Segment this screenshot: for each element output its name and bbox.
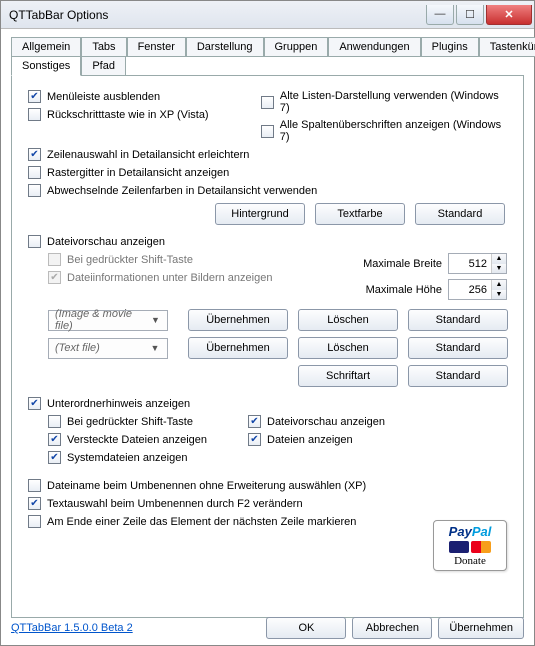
checkbox-rename-f2[interactable] bbox=[28, 497, 41, 510]
button-font-default[interactable]: Standard bbox=[408, 365, 508, 387]
label-backspace-xp: Rückschritttaste wie in XP (Vista) bbox=[47, 109, 209, 121]
checkbox-sub-preview[interactable] bbox=[248, 415, 261, 428]
checkbox-sub-hidden[interactable] bbox=[48, 433, 61, 446]
chevron-down-icon: ▼ bbox=[147, 343, 163, 353]
button-font[interactable]: Schriftart bbox=[298, 365, 398, 387]
window-title: QTTabBar Options bbox=[9, 8, 426, 22]
donate-box[interactable]: PayPal Donate bbox=[433, 520, 507, 571]
up-arrow-icon[interactable]: ▲ bbox=[492, 254, 506, 264]
button-background-color[interactable]: Hintergrund bbox=[215, 203, 305, 225]
label-grid-detail: Rastergitter in Detailansicht anzeigen bbox=[47, 167, 229, 179]
spinner-max-width[interactable]: ▲▼ bbox=[448, 253, 507, 274]
button-text-color[interactable]: Textfarbe bbox=[315, 203, 405, 225]
titlebar: QTTabBar Options — ☐ ✕ bbox=[1, 1, 534, 29]
close-button[interactable]: ✕ bbox=[486, 5, 532, 25]
label-rename-noext: Dateiname beim Umbenennen ohne Erweiteru… bbox=[47, 480, 366, 492]
tab-plugins[interactable]: Plugins bbox=[421, 37, 479, 57]
tab-anwendungen[interactable]: Anwendungen bbox=[328, 37, 420, 57]
tab-darstellung[interactable]: Darstellung bbox=[186, 37, 264, 57]
label-rename-f2: Textauswahl beim Umbenennen durch F2 ver… bbox=[47, 498, 303, 510]
combo-image-movie[interactable]: (Image & movie file) ▼ bbox=[48, 310, 168, 331]
checkbox-alt-rows[interactable] bbox=[28, 184, 41, 197]
checkbox-old-list[interactable] bbox=[261, 96, 274, 109]
checkbox-sub-shift[interactable] bbox=[48, 415, 61, 428]
tab-gruppen[interactable]: Gruppen bbox=[264, 37, 329, 57]
label-max-width: Maximale Breite bbox=[358, 258, 448, 270]
checkbox-subfolder-hint[interactable] bbox=[28, 397, 41, 410]
button-apply-text[interactable]: Übernehmen bbox=[188, 337, 288, 359]
input-max-height[interactable] bbox=[449, 280, 491, 299]
paypal-logo: PayPal bbox=[437, 524, 503, 539]
label-sub-hidden: Versteckte Dateien anzeigen bbox=[67, 434, 207, 446]
label-menubar-hide: Menüleiste ausblenden bbox=[47, 91, 160, 103]
button-color-default[interactable]: Standard bbox=[415, 203, 505, 225]
checkbox-grid-detail[interactable] bbox=[28, 166, 41, 179]
label-preview-shift: Bei gedrückter Shift-Taste bbox=[67, 254, 193, 266]
button-default-image[interactable]: Standard bbox=[408, 309, 508, 331]
maximize-button[interactable]: ☐ bbox=[456, 5, 484, 25]
checkbox-backspace-xp[interactable] bbox=[28, 108, 41, 121]
label-sub-preview: Dateivorschau anzeigen bbox=[267, 416, 385, 428]
tab-tabs[interactable]: Tabs bbox=[81, 37, 126, 57]
checkbox-wrap-selection[interactable] bbox=[28, 515, 41, 528]
checkbox-rename-noext[interactable] bbox=[28, 479, 41, 492]
label-all-columns: Alle Spaltenüberschriften anzeigen (Wind… bbox=[280, 119, 507, 143]
checkbox-preview-shift bbox=[48, 253, 61, 266]
checkbox-sub-files[interactable] bbox=[248, 433, 261, 446]
tab-panel-sonstiges: Menüleiste ausblenden Rückschritttaste w… bbox=[11, 75, 524, 618]
checkbox-row-select[interactable] bbox=[28, 148, 41, 161]
label-max-height: Maximale Höhe bbox=[358, 284, 448, 296]
tab-allgemein[interactable]: Allgemein bbox=[11, 37, 81, 57]
label-subfolder-hint: Unterordnerhinweis anzeigen bbox=[47, 398, 190, 410]
checkbox-all-columns[interactable] bbox=[261, 125, 274, 138]
label-file-preview: Dateivorschau anzeigen bbox=[47, 236, 165, 248]
checkbox-file-preview[interactable] bbox=[28, 235, 41, 248]
label-row-select: Zeilenauswahl in Detailansicht erleichte… bbox=[47, 149, 249, 161]
button-delete-text[interactable]: Löschen bbox=[298, 337, 398, 359]
donate-label: Donate bbox=[437, 555, 503, 567]
button-delete-image[interactable]: Löschen bbox=[298, 309, 398, 331]
label-info-under-images: Dateiinformationen unter Bildern anzeige… bbox=[67, 272, 272, 284]
combo-text-file[interactable]: (Text file) ▼ bbox=[48, 338, 168, 359]
visa-icon bbox=[449, 541, 469, 553]
label-alt-rows: Abwechselnde Zeilenfarben in Detailansic… bbox=[47, 185, 317, 197]
checkbox-sub-system[interactable] bbox=[48, 451, 61, 464]
spinner-max-height[interactable]: ▲▼ bbox=[448, 279, 507, 300]
label-sub-shift: Bei gedrückter Shift-Taste bbox=[67, 416, 193, 428]
label-sub-system: Systemdateien anzeigen bbox=[67, 452, 187, 464]
tab-tastenkürzel[interactable]: Tastenkürzel bbox=[479, 37, 535, 57]
label-sub-files: Dateien anzeigen bbox=[267, 434, 353, 446]
button-default-text[interactable]: Standard bbox=[408, 337, 508, 359]
label-wrap-selection: Am Ende einer Zeile das Element der näch… bbox=[47, 516, 356, 528]
checkbox-info-under-images bbox=[48, 271, 61, 284]
chevron-down-icon: ▼ bbox=[148, 315, 163, 325]
down-arrow-icon[interactable]: ▼ bbox=[492, 264, 506, 274]
tab-pfad[interactable]: Pfad bbox=[81, 56, 126, 76]
checkbox-menubar-hide[interactable] bbox=[28, 90, 41, 103]
input-max-width[interactable] bbox=[449, 254, 491, 273]
mastercard-icon bbox=[471, 541, 491, 553]
up-arrow-icon[interactable]: ▲ bbox=[492, 280, 506, 290]
tab-fenster[interactable]: Fenster bbox=[127, 37, 186, 57]
apply-button[interactable]: Übernehmen bbox=[438, 617, 524, 639]
cancel-button[interactable]: Abbrechen bbox=[352, 617, 432, 639]
version-link[interactable]: QTTabBar 1.5.0.0 Beta 2 bbox=[11, 622, 260, 634]
label-old-list: Alte Listen-Darstellung verwenden (Windo… bbox=[280, 90, 507, 114]
tab-sonstiges[interactable]: Sonstiges bbox=[11, 56, 81, 76]
down-arrow-icon[interactable]: ▼ bbox=[492, 290, 506, 300]
button-apply-image[interactable]: Übernehmen bbox=[188, 309, 288, 331]
minimize-button[interactable]: — bbox=[426, 5, 454, 25]
ok-button[interactable]: OK bbox=[266, 617, 346, 639]
